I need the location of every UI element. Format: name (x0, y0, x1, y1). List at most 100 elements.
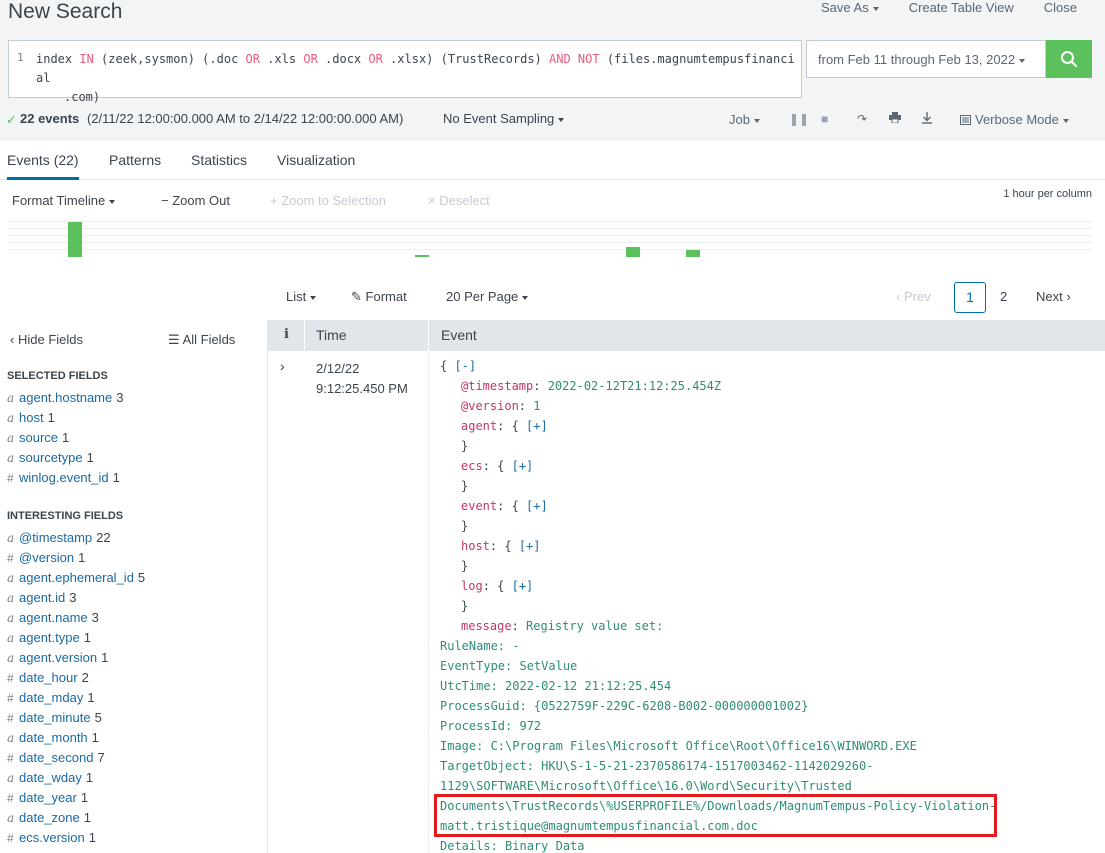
event-value[interactable]: 1 (533, 399, 540, 413)
expand-toggle[interactable]: [+] (512, 579, 534, 593)
field-item[interactable]: a agent.id 3 (7, 590, 77, 605)
print-icon[interactable] (889, 112, 901, 126)
event-line: event: { [+] (461, 499, 548, 513)
event-key[interactable]: ecs (461, 459, 483, 473)
expand-row-icon[interactable]: › (280, 358, 285, 374)
tab-visualization[interactable]: Visualization (277, 152, 355, 168)
event-value[interactable]: TargetObject: HKU\S-1-5-21-2370586174-15… (440, 759, 873, 773)
event-value[interactable]: Image: C:\Program Files\Microsoft Office… (440, 739, 917, 753)
hide-fields-button[interactable]: ‹ Hide Fields (10, 332, 83, 347)
save-as-menu[interactable]: Save As (821, 0, 879, 15)
field-item[interactable]: a agent.ephemeral_id 5 (7, 570, 145, 585)
event-key[interactable]: log (461, 579, 483, 593)
event-line: host: { [+] (461, 539, 541, 553)
tab-statistics[interactable]: Statistics (191, 152, 247, 168)
field-item[interactable]: a date_month 1 (7, 730, 99, 745)
time-range-picker[interactable]: from Feb 11 through Feb 13, 2022 (806, 40, 1046, 78)
query-keyword: AND (549, 52, 571, 66)
timeline-bar[interactable] (686, 250, 700, 257)
caret-down-icon (522, 295, 529, 300)
field-count: 1 (86, 450, 94, 465)
field-item[interactable]: # date_year 1 (7, 790, 88, 805)
expand-toggle[interactable]: [+] (526, 419, 548, 433)
event-value[interactable]: RuleName: - (440, 639, 519, 653)
timeline-bar[interactable] (415, 255, 429, 257)
timeline-bar[interactable] (626, 247, 640, 257)
event-value[interactable]: ProcessId: 972 (440, 719, 541, 733)
field-name: agent.type (19, 630, 80, 645)
create-table-view-button[interactable]: Create Table View (909, 0, 1014, 15)
field-name: date_minute (19, 710, 91, 725)
field-count: 1 (47, 410, 55, 425)
field-item[interactable]: # ecs.version 1 (7, 830, 96, 845)
field-item[interactable]: a agent.name 3 (7, 610, 99, 625)
expand-toggle[interactable]: [+] (526, 499, 548, 513)
event-key[interactable]: message (461, 619, 512, 633)
stop-icon[interactable]: ■ (821, 112, 828, 126)
caret-down-icon (753, 118, 760, 123)
timeline-gridline (8, 249, 1092, 250)
event-value[interactable]: Details: Binary Data (440, 839, 585, 853)
event-timeline[interactable] (8, 221, 1092, 257)
search-button[interactable] (1046, 40, 1092, 78)
tab-events[interactable]: Events (22) (7, 152, 79, 180)
field-item[interactable]: a agent.version 1 (7, 650, 108, 665)
event-value[interactable]: EventType: SetValue (440, 659, 577, 673)
deselect-button[interactable]: × Deselect (428, 193, 490, 208)
field-item[interactable]: a agent.type 1 (7, 630, 91, 645)
all-fields-button[interactable]: ☰ All Fields (168, 332, 235, 348)
field-item[interactable]: a date_wday 1 (7, 770, 93, 785)
pause-icon[interactable]: ❚❚ (789, 112, 809, 126)
list-view-menu[interactable]: List (286, 289, 317, 304)
field-item[interactable]: # date_mday 1 (7, 690, 95, 705)
search-input[interactable]: 1 index IN (zeek,sysmon) (.doc OR .xls O… (8, 40, 802, 104)
field-type: a (7, 411, 15, 425)
event-key[interactable]: event (461, 499, 497, 513)
event-key[interactable]: @version (461, 399, 519, 413)
field-name: date_mday (19, 690, 84, 705)
time-column-header[interactable]: Time (316, 327, 347, 343)
tab-patterns[interactable]: Patterns (109, 152, 161, 168)
event-sampling-menu[interactable]: No Event Sampling (443, 111, 565, 126)
close-button[interactable]: Close (1044, 0, 1077, 15)
page-2-button[interactable]: 2 (1000, 289, 1007, 304)
event-value[interactable]: UtcTime: 2022-02-12 21:12:25.454 (440, 679, 671, 693)
field-item[interactable]: # date_minute 5 (7, 710, 102, 725)
field-item[interactable]: # date_hour 2 (7, 670, 89, 685)
format-button[interactable]: ✎ Format (351, 289, 407, 305)
field-name: agent.version (19, 650, 98, 665)
field-item[interactable]: a source 1 (7, 430, 69, 445)
expand-toggle[interactable]: [+] (512, 459, 534, 473)
expand-toggle[interactable]: [-] (454, 359, 476, 373)
field-item[interactable]: # @version 1 (7, 550, 85, 565)
format-timeline-menu[interactable]: Format Timeline (12, 193, 116, 208)
expand-toggle[interactable]: [+] (519, 539, 541, 553)
field-item[interactable]: a @timestamp 22 (7, 530, 111, 545)
field-name: agent.ephemeral_id (19, 570, 134, 585)
per-page-menu[interactable]: 20 Per Page (446, 289, 529, 304)
field-item[interactable]: a date_zone 1 (7, 810, 91, 825)
timeline-bar[interactable] (68, 222, 82, 257)
share-icon[interactable]: ↷ (857, 112, 867, 126)
download-icon[interactable] (921, 112, 933, 127)
event-value[interactable]: Registry value set: (526, 619, 663, 633)
event-key[interactable]: @timestamp (461, 379, 533, 393)
event-value[interactable]: 2022-02-12T21:12:25.454Z (548, 379, 721, 393)
field-item[interactable]: a sourcetype 1 (7, 450, 94, 465)
event-key[interactable]: host (461, 539, 490, 553)
field-item[interactable]: # date_second 7 (7, 750, 105, 765)
field-item[interactable]: # winlog.event_id 1 (7, 470, 120, 485)
job-menu[interactable]: Job (729, 112, 760, 127)
timeline-gridline (8, 235, 1092, 236)
event-value[interactable]: ProcessGuid: {0522759F-229C-6208-B002-00… (440, 699, 808, 713)
page-1-button[interactable]: 1 (954, 282, 986, 313)
event-key[interactable]: agent (461, 419, 497, 433)
zoom-to-selection-button[interactable]: + Zoom to Selection (270, 193, 386, 208)
search-mode-menu[interactable]: Verbose Mode (960, 112, 1069, 127)
zoom-out-button[interactable]: − Zoom Out (161, 193, 230, 208)
prev-page-button[interactable]: ‹ Prev (896, 289, 931, 304)
field-item[interactable]: a host 1 (7, 410, 55, 425)
event-value[interactable]: 1129\SOFTWARE\Microsoft\Office\16.0\Word… (440, 779, 852, 793)
next-page-button[interactable]: Next › (1036, 289, 1071, 304)
field-item[interactable]: a agent.hostname 3 (7, 390, 123, 405)
